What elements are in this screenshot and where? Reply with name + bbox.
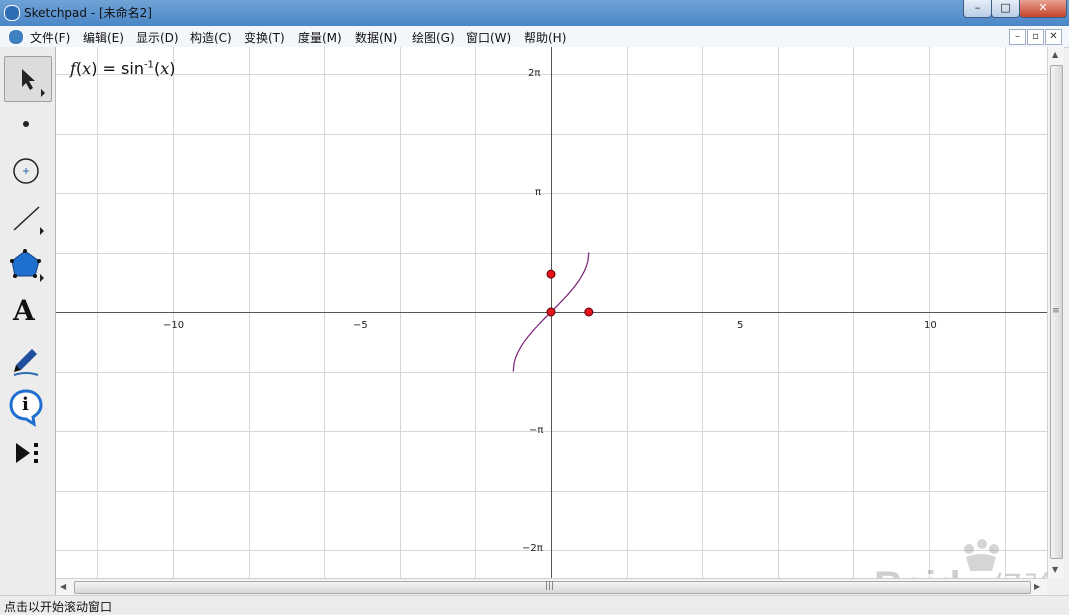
watermark-jingyan: 经验 bbox=[992, 569, 1047, 578]
title-bar: Sketchpad - [未命名2] – □ ✕ bbox=[0, 0, 1069, 26]
menu-display[interactable]: 显示(D) bbox=[136, 29, 179, 46]
status-bar: 点击以开始滚动窗口 bbox=[0, 595, 1069, 614]
document-icon[interactable] bbox=[8, 29, 24, 45]
scroll-left-arrow-icon[interactable]: ◀ bbox=[60, 582, 66, 591]
menu-measure[interactable]: 度量(M) bbox=[298, 29, 342, 46]
sketchpad-app-icon[interactable] bbox=[4, 5, 20, 21]
information-tool[interactable]: i bbox=[4, 384, 50, 428]
status-text: 点击以开始滚动窗口 bbox=[4, 600, 113, 614]
close-button[interactable]: ✕ bbox=[1019, 0, 1067, 18]
menu-transform[interactable]: 变换(T) bbox=[244, 29, 285, 46]
plot-layer bbox=[512, 252, 594, 372]
maximize-button[interactable]: □ bbox=[991, 0, 1020, 18]
minimize-button[interactable]: – bbox=[963, 0, 992, 18]
app-title: Sketchpad bbox=[24, 6, 88, 20]
custom-tools[interactable] bbox=[4, 431, 50, 475]
horizontal-scrollbar[interactable]: ◀ ||| ▶ bbox=[56, 578, 1047, 595]
menu-construct[interactable]: 构造(C) bbox=[190, 29, 232, 46]
window-title: Sketchpad - [未命名2] bbox=[24, 4, 152, 21]
menu-edit[interactable]: 编辑(E) bbox=[83, 29, 124, 46]
point-icon bbox=[23, 121, 29, 127]
vertical-scrollbar[interactable]: ▲ ≡ ▼ bbox=[1047, 47, 1064, 578]
baidu-jingyan-watermark: Baidu 经验 jingyan.baidu.com bbox=[874, 539, 1047, 578]
marker-tool[interactable] bbox=[4, 337, 50, 381]
polygon-icon bbox=[10, 249, 44, 282]
scroll-right-arrow-icon[interactable]: ▶ bbox=[1034, 582, 1040, 591]
straightedge-tool[interactable] bbox=[4, 196, 50, 240]
text-tool-icon: A bbox=[13, 294, 35, 327]
marker-pen-icon bbox=[13, 349, 39, 376]
line-segment-icon bbox=[13, 206, 44, 235]
vertical-scroll-thumb[interactable]: ≡ bbox=[1050, 65, 1063, 559]
arrow-select-tool[interactable] bbox=[4, 56, 52, 102]
watermark-brand: Baidu bbox=[874, 564, 985, 578]
document-title: - [未命名2] bbox=[87, 6, 152, 20]
menu-graph[interactable]: 绘图(G) bbox=[412, 29, 455, 46]
scroll-down-arrow-icon[interactable]: ▼ bbox=[1052, 565, 1058, 574]
red-point[interactable] bbox=[584, 307, 594, 317]
doc-minimize-button[interactable]: – bbox=[1009, 29, 1026, 45]
arrow-icon bbox=[22, 69, 45, 97]
red-point[interactable] bbox=[546, 269, 556, 279]
doc-restore-button[interactable]: ▫ bbox=[1027, 29, 1044, 45]
custom-tools-icon bbox=[16, 443, 38, 463]
text-tool[interactable]: A bbox=[4, 290, 50, 334]
horizontal-scroll-thumb[interactable]: ||| bbox=[74, 581, 1031, 594]
point-tool[interactable] bbox=[4, 102, 50, 146]
polygon-tool[interactable] bbox=[4, 243, 50, 287]
menu-help[interactable]: 帮助(H) bbox=[524, 29, 566, 46]
toolbox: A i bbox=[0, 47, 56, 595]
menu-data[interactable]: 数据(N) bbox=[355, 29, 397, 46]
vertical-grip-icon: ≡ bbox=[1052, 306, 1060, 316]
compass-circle-icon bbox=[13, 158, 39, 184]
compass-tool[interactable] bbox=[4, 149, 50, 193]
menu-window[interactable]: 窗口(W) bbox=[466, 29, 511, 46]
doc-close-button[interactable]: ✕ bbox=[1045, 29, 1062, 45]
menu-bar: 文件(F) 编辑(E) 显示(D) 构造(C) 变换(T) 度量(M) 数据(N… bbox=[0, 26, 1069, 48]
menu-file[interactable]: 文件(F) bbox=[30, 29, 70, 46]
horizontal-grip-icon: ||| bbox=[545, 581, 555, 591]
sketch-canvas[interactable]: −10 −5 5 10 2π π −π −2π f(x) = sin-1(x) … bbox=[56, 47, 1047, 578]
scroll-up-arrow-icon[interactable]: ▲ bbox=[1052, 50, 1058, 59]
red-point[interactable] bbox=[546, 307, 556, 317]
info-glyph: i bbox=[22, 394, 29, 415]
